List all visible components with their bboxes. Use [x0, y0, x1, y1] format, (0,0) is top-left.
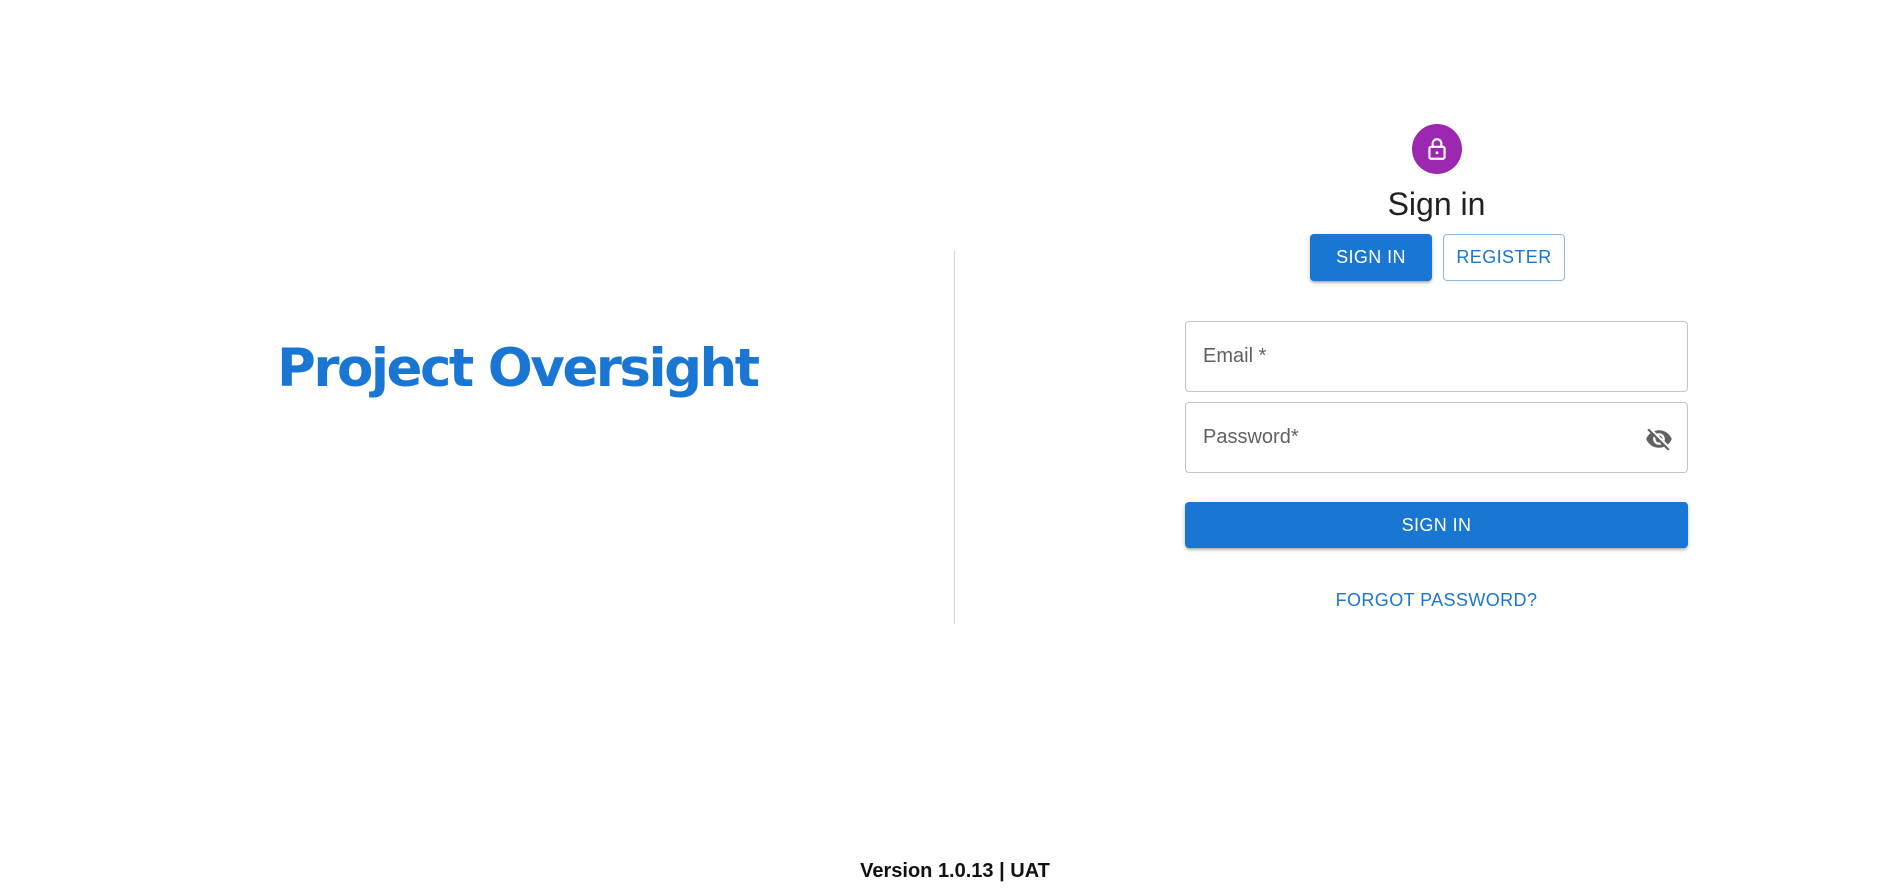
page-title: Sign in — [1387, 186, 1486, 222]
tab-register[interactable]: REGISTER — [1443, 234, 1565, 281]
forgot-password-link[interactable]: FORGOT PASSWORD? — [1185, 590, 1688, 611]
tab-sign-in[interactable]: SIGN IN — [1310, 234, 1432, 281]
sign-in-submit-button[interactable]: SIGN IN — [1185, 502, 1688, 548]
brand-panel: Project Oversight — [0, 0, 955, 895]
password-field-container — [1185, 402, 1688, 473]
email-field-container — [1185, 321, 1688, 392]
email-field[interactable] — [1186, 322, 1687, 391]
lock-avatar — [1412, 124, 1462, 174]
version-footer: Version 1.0.13 | UAT — [860, 860, 1050, 882]
login-page: Project Oversight Sign in SIGN IN REGIST… — [0, 0, 1900, 895]
vertical-divider — [954, 250, 955, 624]
password-visibility-toggle[interactable] — [1645, 425, 1673, 453]
auth-panel: Sign in SIGN IN REGISTER SIGN IN FORGOT … — [1185, 0, 1688, 895]
brand-logo: Project Oversight — [277, 338, 760, 399]
lock-icon — [1428, 138, 1446, 160]
password-field[interactable] — [1186, 403, 1687, 472]
auth-mode-toggle: SIGN IN REGISTER — [1310, 234, 1565, 281]
visibility-off-icon — [1646, 428, 1672, 451]
